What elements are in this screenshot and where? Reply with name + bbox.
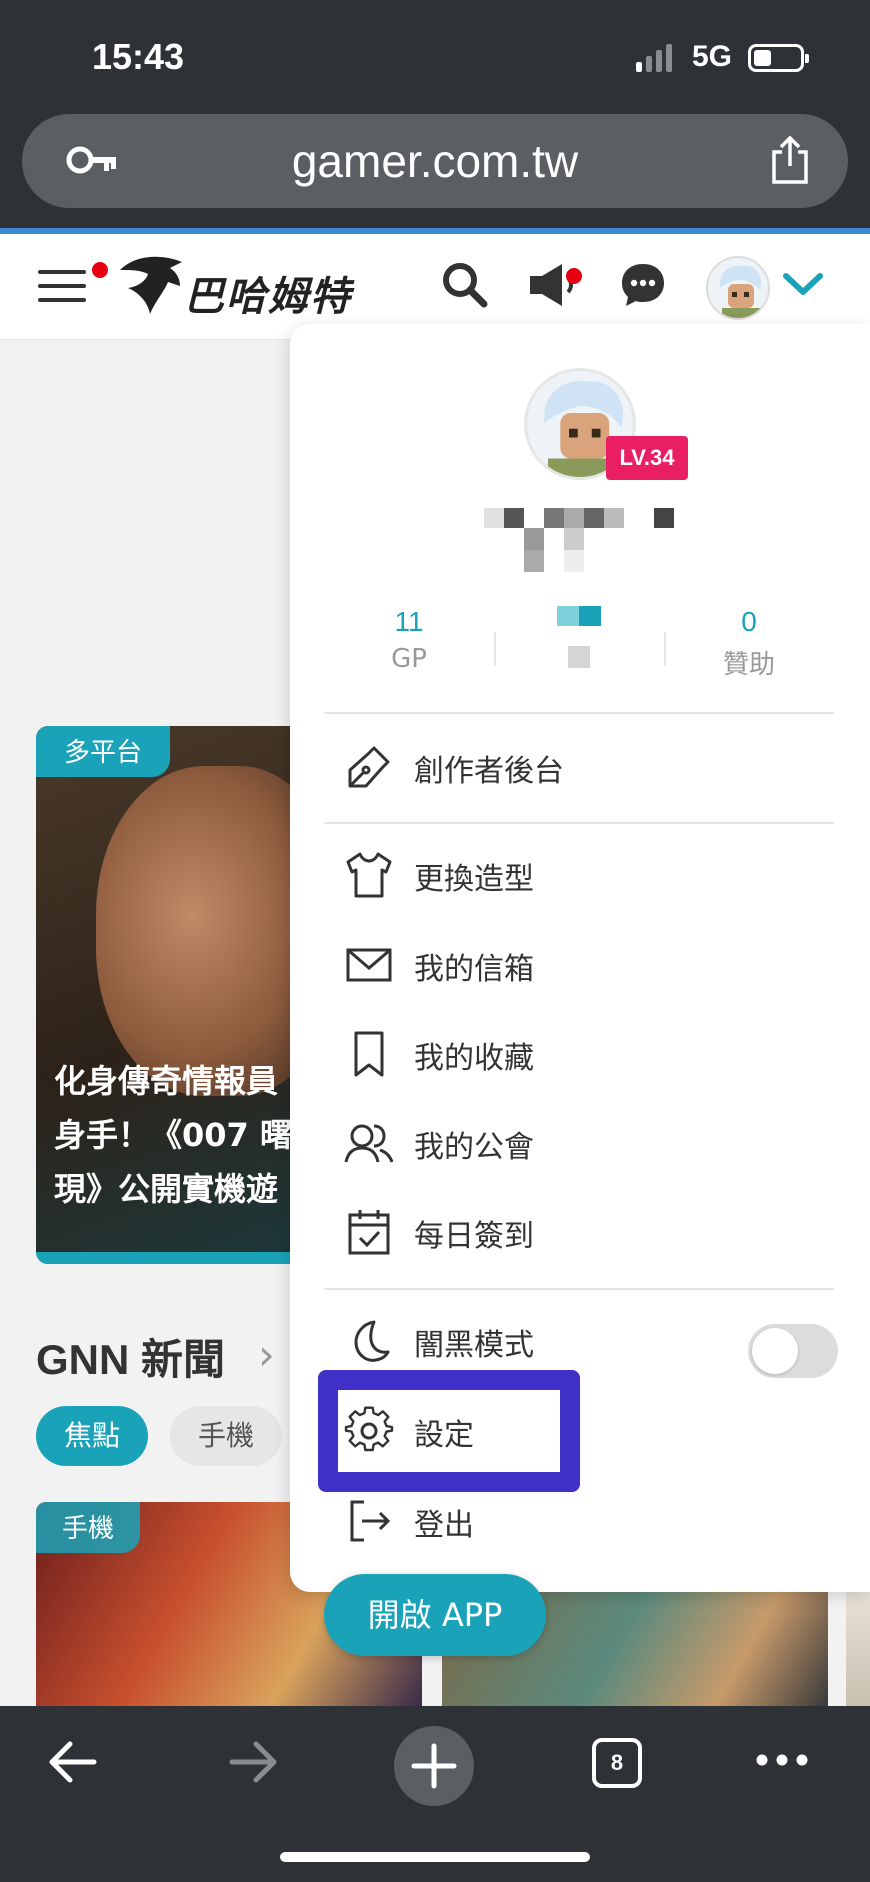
chevron-right-icon[interactable]: ›	[258, 1330, 275, 1379]
stat-gp[interactable]: 11 GP	[324, 606, 494, 674]
pen-nib-icon	[348, 746, 390, 788]
stat-sponsor-label: 贊助	[722, 650, 775, 680]
level-badge: LV.34	[606, 436, 688, 480]
site-logo[interactable]: 巴哈姆特	[110, 248, 370, 328]
user-dropdown-menu: LV.34 11 GP 0 贊助 創作者後台 更換造型 我的信箱 我的收藏 我的…	[290, 324, 870, 1592]
users-icon	[344, 1124, 394, 1163]
browser-top-chrome: 15:43 5G gamer.com.tw	[0, 0, 870, 230]
menu-item-change-style[interactable]: 更換造型	[324, 836, 834, 916]
menu-item-dark-mode[interactable]: 闇黑模式	[324, 1302, 838, 1382]
search-icon[interactable]	[440, 260, 488, 312]
url-text: gamer.com.tw	[291, 135, 579, 187]
hamburger-menu-icon[interactable]	[38, 270, 86, 304]
menu-item-label: 我的信箱	[414, 952, 534, 987]
menu-item-favorites[interactable]: 我的收藏	[324, 1015, 834, 1095]
notification-dot	[566, 268, 582, 284]
gnn-section-title[interactable]: GNN 新聞	[36, 1326, 225, 1387]
menu-item-label: 創作者後台	[414, 754, 564, 789]
user-stats: 11 GP 0 贊助	[324, 606, 834, 716]
forward-arrow-icon[interactable]	[226, 1734, 282, 1794]
dark-mode-toggle[interactable]	[748, 1324, 838, 1378]
bookmark-icon	[354, 1031, 384, 1077]
address-bar[interactable]: gamer.com.tw	[22, 114, 848, 208]
notification-dot	[92, 262, 108, 278]
menu-item-daily-checkin[interactable]: 每日簽到	[324, 1193, 834, 1273]
stat-middle-blurred	[494, 606, 664, 668]
network-label: 5G	[692, 40, 733, 73]
battery-icon	[748, 44, 809, 72]
stat-sponsor[interactable]: 0 贊助	[664, 606, 834, 681]
more-options-icon[interactable]	[754, 1752, 810, 1772]
platform-tag: 多平台	[36, 726, 171, 777]
tab-mobile[interactable]: 手機	[170, 1406, 283, 1466]
logo-text: 巴哈姆特	[184, 274, 352, 320]
shirt-icon	[346, 852, 392, 898]
user-avatar[interactable]	[706, 256, 770, 320]
menu-item-label: 每日簽到	[414, 1219, 534, 1254]
menu-item-label: 闇黑模式	[414, 1328, 534, 1363]
calendar-check-icon	[348, 1210, 390, 1255]
new-tab-button[interactable]	[394, 1726, 474, 1806]
back-arrow-icon[interactable]	[44, 1734, 100, 1794]
plus-icon	[411, 1743, 457, 1789]
stat-gp-label: GP	[391, 644, 427, 674]
home-indicator	[280, 1852, 590, 1862]
browser-bottom-toolbar: 8	[0, 1706, 870, 1882]
moon-icon	[354, 1320, 390, 1362]
tabs-count-button[interactable]: 8	[592, 1738, 642, 1788]
stat-sponsor-value: 0	[741, 606, 757, 637]
menu-item-creator-backend[interactable]: 創作者後台	[324, 728, 834, 808]
menu-item-settings[interactable]: 設定	[324, 1392, 834, 1472]
mail-icon	[346, 948, 392, 982]
menu-item-label: 我的收藏	[414, 1041, 534, 1076]
share-icon[interactable]	[768, 134, 812, 190]
menu-item-label: 登出	[414, 1508, 474, 1543]
dragon-logo-icon	[120, 256, 182, 314]
signal-icon	[636, 44, 672, 72]
menu-item-label: 更換造型	[414, 862, 534, 897]
menu-divider	[324, 712, 834, 714]
news-thumbnail[interactable]	[846, 1592, 870, 1706]
menu-item-label: 設定	[414, 1418, 474, 1453]
menu-divider	[324, 822, 834, 824]
blurred-username	[484, 504, 684, 594]
status-time: 15:43	[92, 36, 185, 77]
tab-focus[interactable]: 焦點	[36, 1406, 149, 1466]
chat-icon[interactable]	[618, 260, 668, 314]
menu-item-label: 我的公會	[414, 1130, 534, 1165]
open-app-button[interactable]: 開啟 APP	[324, 1574, 546, 1656]
category-tag: 手機	[36, 1502, 141, 1553]
menu-item-guild[interactable]: 我的公會	[324, 1104, 834, 1184]
stat-gp-value: 11	[394, 606, 424, 637]
menu-item-mailbox[interactable]: 我的信箱	[324, 926, 834, 1006]
gear-icon	[344, 1406, 394, 1452]
menu-divider	[324, 1288, 834, 1290]
logout-icon	[350, 1500, 391, 1542]
menu-item-logout[interactable]: 登出	[324, 1482, 834, 1562]
chevron-down-icon[interactable]	[782, 270, 824, 302]
